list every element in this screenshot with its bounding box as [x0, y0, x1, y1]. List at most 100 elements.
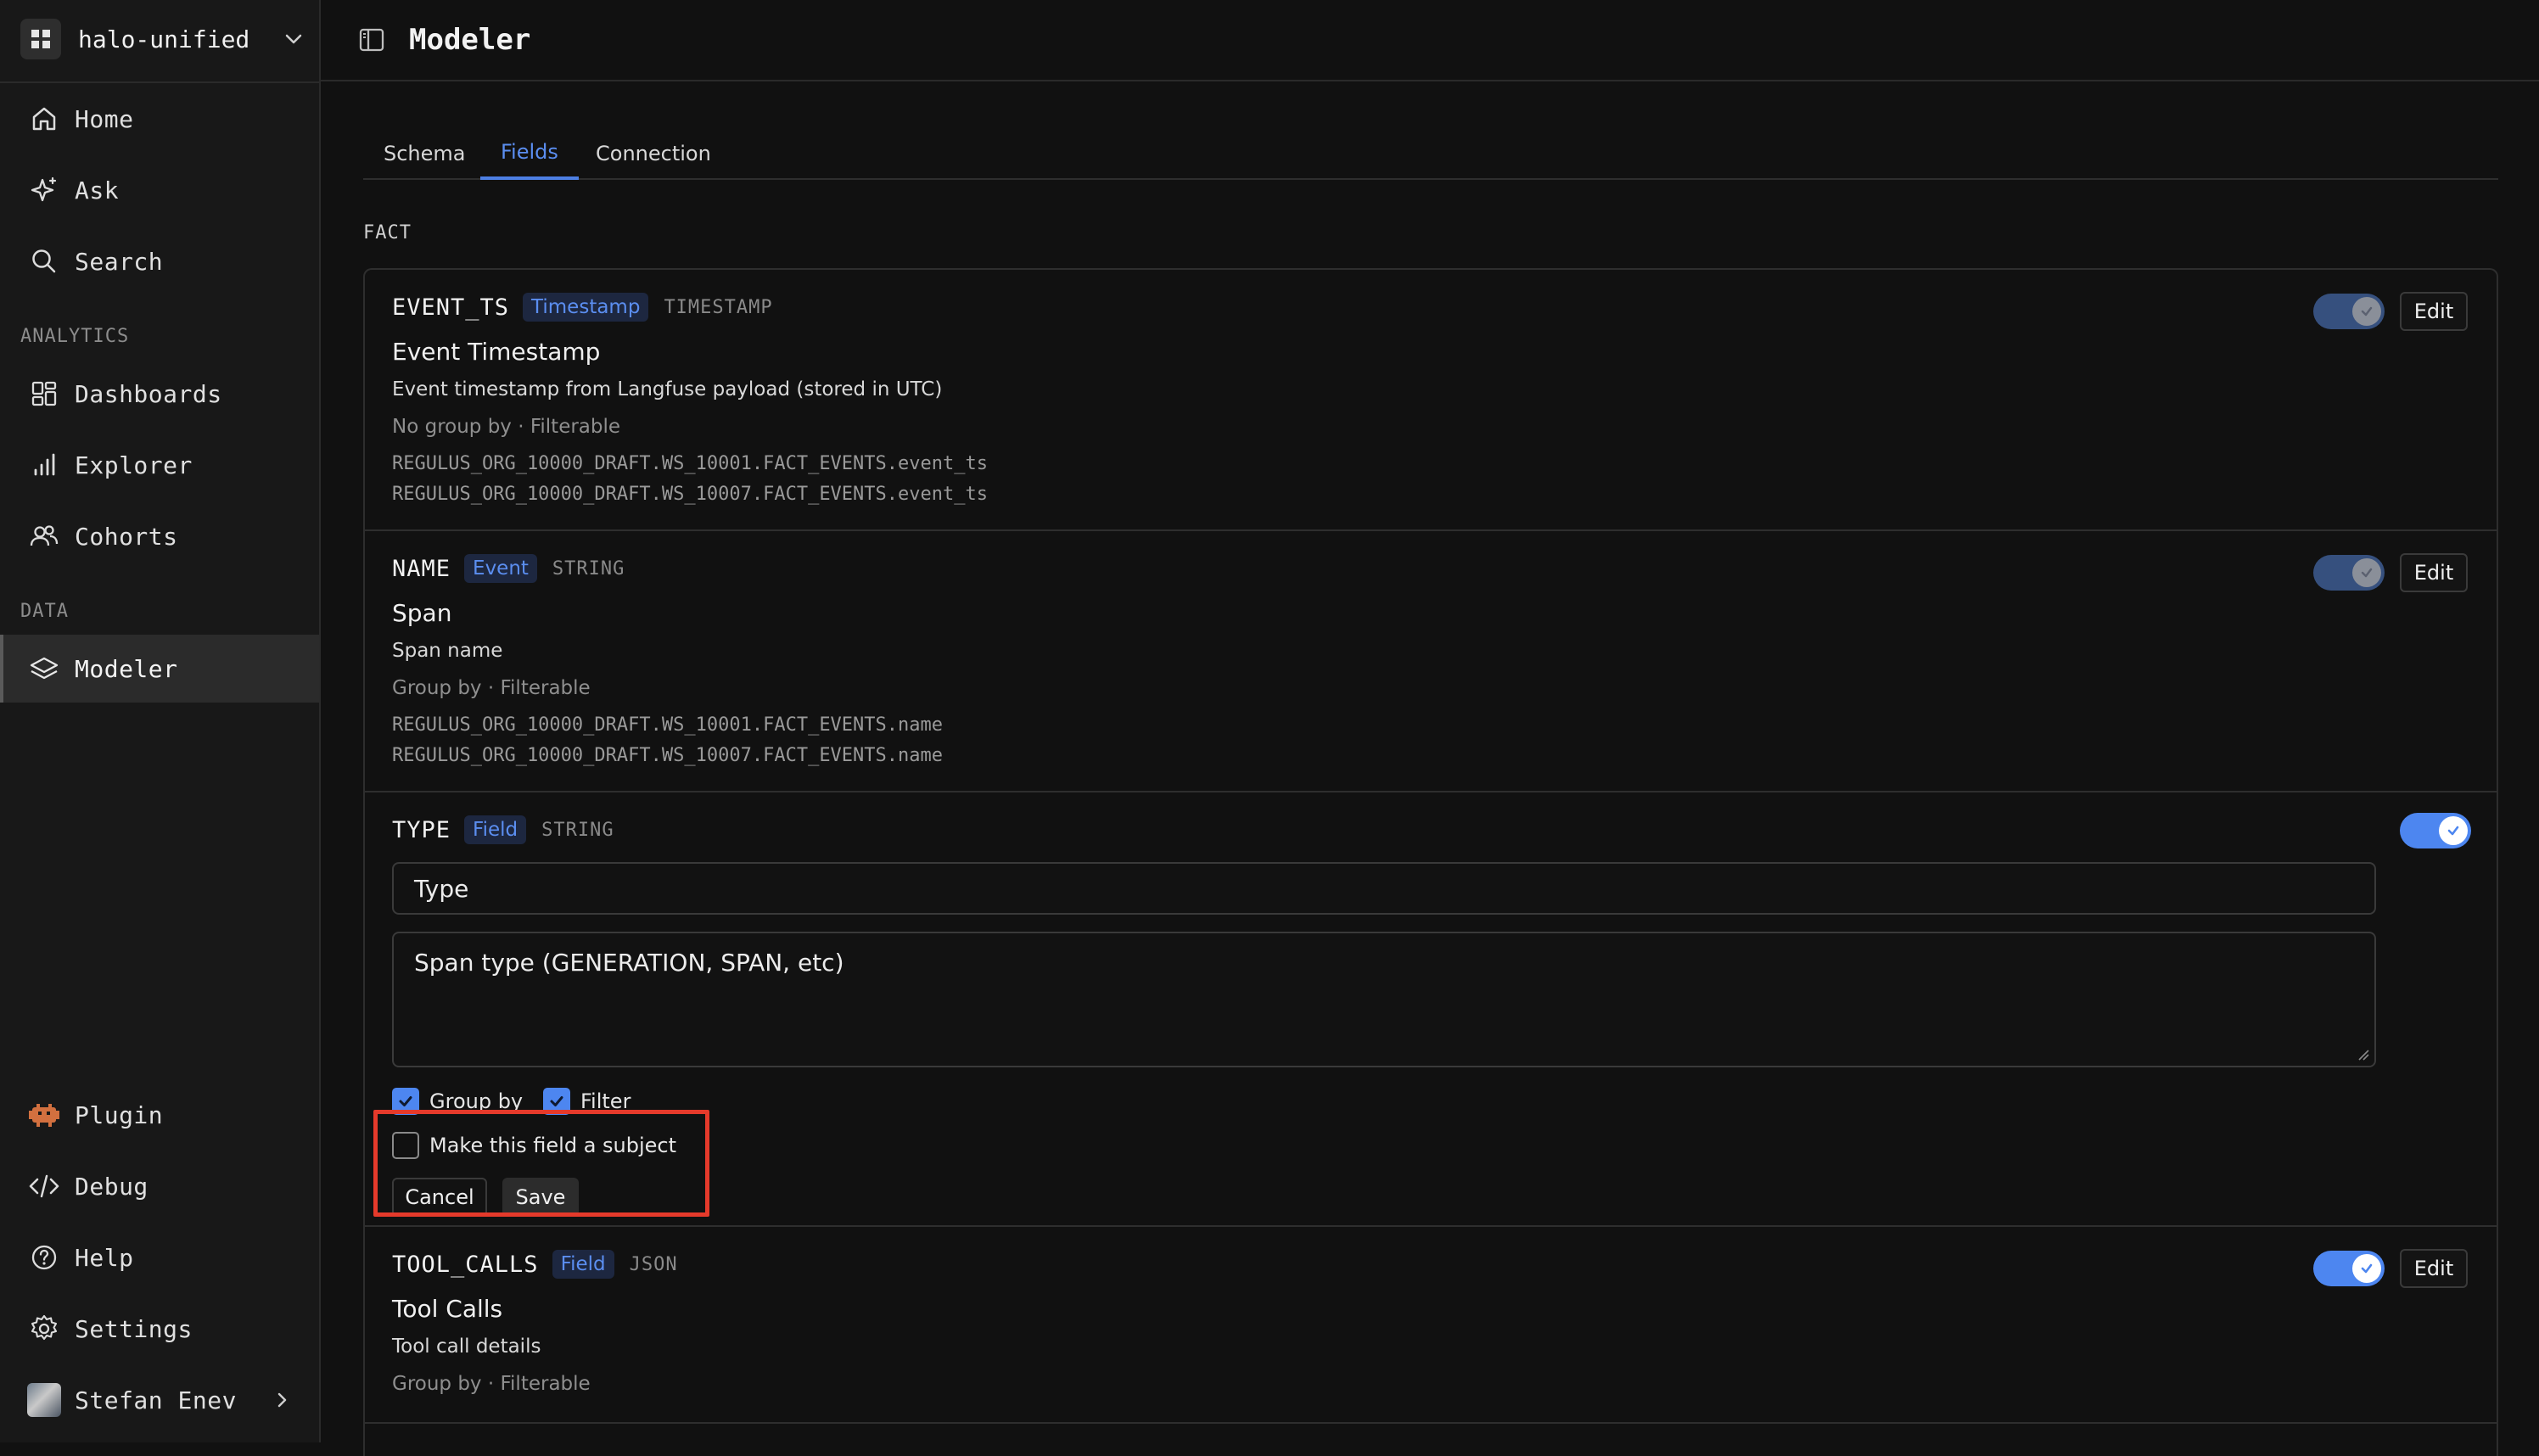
sidebar-item-label: Dashboards: [75, 379, 222, 408]
sidebar: halo-unified Home Ask Search ANALYTICS D…: [0, 0, 321, 1442]
help-icon: [27, 1240, 61, 1274]
page-header: Modeler: [321, 0, 2539, 81]
field-enabled-toggle[interactable]: [2400, 813, 2471, 848]
check-icon: [2352, 297, 2381, 326]
tab-fields[interactable]: Fields: [480, 127, 579, 180]
sidebar-item-debug[interactable]: Debug: [0, 1152, 319, 1220]
field-card-type-editing: TYPE Field STRING Type Span type (GENERA…: [365, 792, 2497, 1227]
filter-label: Filter: [580, 1089, 631, 1113]
section-label-analytics: ANALYTICS: [20, 326, 130, 347]
field-enabled-toggle[interactable]: [2313, 1251, 2385, 1286]
sidebar-item-cohorts[interactable]: Cohorts: [0, 502, 319, 570]
semantic-type-badge: Field: [552, 1250, 614, 1279]
field-enabled-toggle[interactable]: [2313, 555, 2385, 591]
sidebar-item-label: Settings: [75, 1314, 193, 1343]
sidebar-item-help[interactable]: Help: [0, 1224, 319, 1291]
page-title: Modeler: [409, 23, 531, 57]
field-name-input[interactable]: Type: [392, 862, 2376, 915]
subject-checkbox[interactable]: [392, 1132, 419, 1159]
data-type: STRING: [541, 819, 614, 841]
workspace-switcher[interactable]: halo-unified: [20, 14, 305, 64]
edit-button[interactable]: Edit: [2400, 1249, 2468, 1288]
plugin-icon: [27, 1098, 61, 1132]
chevron-down-icon: [285, 34, 302, 44]
sidebar-item-plugin[interactable]: Plugin: [0, 1081, 319, 1149]
field-description-textarea[interactable]: Span type (GENERATION, SPAN, etc): [392, 932, 2376, 1067]
subject-label: Make this field a subject: [429, 1134, 677, 1157]
field-source-path: REGULUS_ORG_10000_DRAFT.WS_10001.FACT_EV…: [392, 453, 988, 474]
field-card-tool-calls: TOOL_CALLS Field JSON Tool Calls Tool ca…: [365, 1227, 2497, 1424]
sidebar-item-label: Home: [75, 104, 134, 133]
field-meta: No group by · Filterable: [392, 416, 621, 438]
layers-icon: [27, 652, 61, 686]
field-header: NAME Event STRING: [392, 552, 625, 585]
sidebar-item-modeler[interactable]: Modeler: [0, 635, 319, 703]
sidebar-toggle-icon[interactable]: [355, 23, 389, 57]
sidebar-divider: [0, 81, 319, 83]
sidebar-item-home[interactable]: Home: [0, 85, 319, 153]
sidebar-item-label: Explorer: [75, 451, 193, 479]
sidebar-item-ask[interactable]: Ask: [0, 156, 319, 224]
edit-button[interactable]: Edit: [2400, 553, 2468, 592]
filter-checkbox[interactable]: [543, 1088, 570, 1115]
chevron-right-icon: [277, 1392, 287, 1408]
avatar: [27, 1383, 61, 1417]
field-meta: Group by · Filterable: [392, 677, 591, 699]
field-header: TOOL_CALLS Field JSON: [392, 1247, 678, 1281]
sidebar-item-dashboards[interactable]: Dashboards: [0, 360, 319, 428]
user-menu[interactable]: Stefan Enev: [0, 1366, 319, 1434]
field-header: TYPE Field STRING: [392, 813, 614, 847]
users-icon: [27, 519, 61, 553]
field-display-name: Event Timestamp: [392, 338, 601, 366]
group-by-option[interactable]: Group by: [392, 1088, 523, 1115]
field-key: EVENT_TS: [392, 294, 510, 321]
semantic-type-badge: Timestamp: [523, 293, 649, 322]
subject-option[interactable]: Make this field a subject: [392, 1132, 676, 1159]
field-description: Span name: [392, 640, 503, 662]
field-display-name: Span: [392, 599, 452, 627]
sidebar-item-explorer[interactable]: Explorer: [0, 431, 319, 499]
cancel-button[interactable]: Cancel: [392, 1178, 487, 1217]
sidebar-item-label: Plugin: [75, 1100, 164, 1129]
sidebar-item-label: Search: [75, 247, 164, 276]
workspace-logo-icon: [20, 19, 61, 59]
bar-chart-icon: [27, 448, 61, 482]
field-source-path: REGULUS_ORG_10000_DRAFT.WS_10007.FACT_EV…: [392, 745, 944, 766]
sidebar-item-label: Help: [75, 1243, 134, 1272]
sidebar-item-label: Debug: [75, 1172, 149, 1201]
edit-button[interactable]: Edit: [2400, 292, 2468, 331]
field-description-value: Span type (GENERATION, SPAN, etc): [414, 949, 844, 977]
section-title: FACT: [363, 222, 412, 244]
sidebar-item-label: Modeler: [75, 654, 178, 683]
data-type: JSON: [629, 1253, 678, 1275]
tab-bar: Schema Fields Connection: [363, 127, 2498, 180]
field-list: EVENT_TS Timestamp TIMESTAMP Event Times…: [363, 268, 2498, 1456]
sparkle-icon: [27, 173, 61, 207]
group-by-checkbox[interactable]: [392, 1088, 419, 1115]
home-icon: [27, 102, 61, 136]
field-display-name: Tool Calls: [392, 1295, 503, 1323]
user-name: Stefan Enev: [75, 1386, 237, 1414]
workspace-name: halo-unified: [78, 25, 250, 53]
check-icon: [2352, 558, 2381, 587]
filter-option[interactable]: Filter: [543, 1088, 631, 1115]
field-key: TOOL_CALLS: [392, 1251, 539, 1278]
field-key: NAME: [392, 555, 451, 582]
field-card-name: NAME Event STRING Span Span name Group b…: [365, 531, 2497, 792]
tab-connection[interactable]: Connection: [575, 127, 731, 180]
data-type: STRING: [552, 557, 625, 580]
resize-grip-icon[interactable]: [2356, 1047, 2369, 1061]
tab-schema[interactable]: Schema: [363, 127, 486, 180]
save-button[interactable]: Save: [502, 1178, 579, 1217]
field-enabled-toggle[interactable]: [2313, 294, 2385, 329]
sidebar-item-settings[interactable]: Settings: [0, 1295, 319, 1363]
semantic-type-badge: Field: [464, 815, 527, 844]
field-meta: Group by · Filterable: [392, 1373, 591, 1395]
field-key: TYPE: [392, 816, 451, 843]
section-label-data: DATA: [20, 601, 69, 622]
sidebar-item-search[interactable]: Search: [0, 227, 319, 295]
field-header: EVENT_TS Timestamp TIMESTAMP: [392, 290, 773, 324]
group-by-label: Group by: [429, 1089, 524, 1113]
field-description: Event timestamp from Langfuse payload (s…: [392, 378, 943, 400]
field-source-path: REGULUS_ORG_10000_DRAFT.WS_10007.FACT_EV…: [392, 484, 988, 505]
